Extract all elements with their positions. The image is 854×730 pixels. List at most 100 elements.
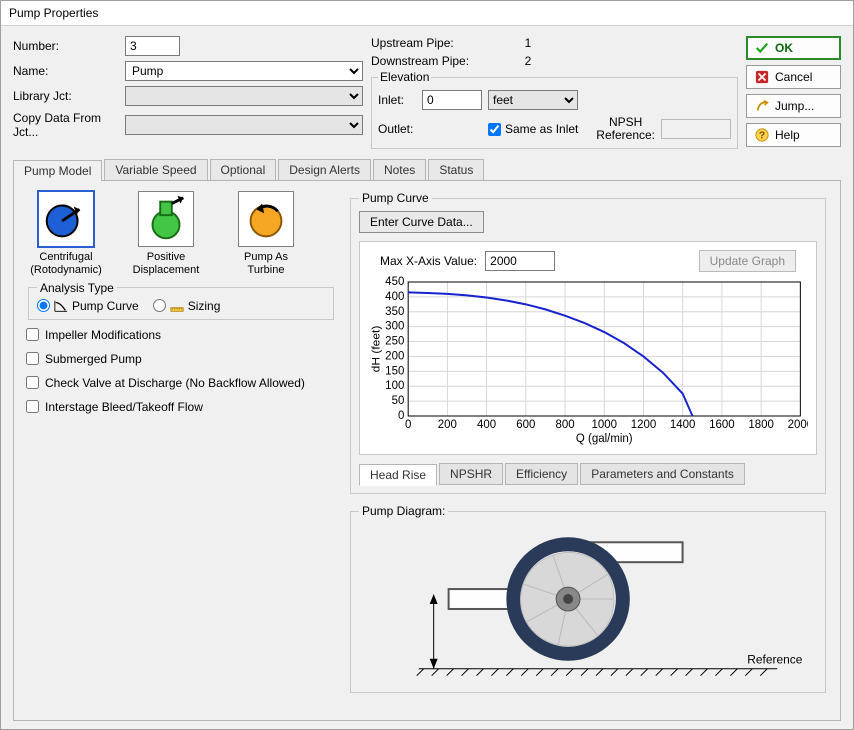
svg-text:0: 0 <box>405 418 412 431</box>
tab-body: Centrifugal(Rotodynamic) PositiveDisplace… <box>13 180 841 721</box>
ok-button[interactable]: OK <box>746 36 841 60</box>
downstream-pipe-label: Downstream Pipe: <box>371 54 479 68</box>
centrifugal-icon <box>38 191 94 247</box>
ok-button-label: OK <box>775 41 832 55</box>
check-valve-checkbox[interactable]: Check Valve at Discharge (No Backflow Al… <box>26 376 336 390</box>
pump-diagram-group: Pump Diagram: Reference <box>350 504 826 693</box>
window-title: Pump Properties <box>9 6 98 20</box>
pump-curve-radio-label: Pump Curve <box>72 299 139 313</box>
pump-type-centrifugal[interactable]: Centrifugal(Rotodynamic) <box>26 191 106 276</box>
svg-text:600: 600 <box>516 418 536 431</box>
turbine-icon <box>238 191 294 247</box>
subtab-efficiency[interactable]: Efficiency <box>505 463 578 485</box>
svg-text:1800: 1800 <box>748 418 774 431</box>
same-as-inlet-label: Same as Inlet <box>505 122 578 136</box>
elevation-legend: Elevation <box>378 70 431 84</box>
interstage-checkbox[interactable]: Interstage Bleed/Takeoff Flow <box>26 400 336 414</box>
library-jct-label: Library Jct: <box>13 89 121 103</box>
subtab-head-rise[interactable]: Head Rise <box>359 464 437 486</box>
svg-text:350: 350 <box>385 305 405 318</box>
svg-text:Q (gal/min): Q (gal/min) <box>576 432 633 445</box>
sizing-radio-input[interactable] <box>153 299 166 312</box>
options-list: Impeller Modifications Submerged Pump Ch… <box>26 328 336 414</box>
pump-type-turbine[interactable]: Pump AsTurbine <box>226 191 306 276</box>
svg-text:?: ? <box>759 130 765 142</box>
svg-text:dH (feet): dH (feet) <box>370 326 383 373</box>
submerged-pump-checkbox[interactable]: Submerged Pump <box>26 352 336 366</box>
npsh-ref-label: NPSHReference: <box>596 116 655 142</box>
svg-text:2000: 2000 <box>788 418 808 431</box>
dialog-body: Number: Name: Pump Library Jct: Copy Dat… <box>1 26 853 729</box>
right-column: Pump Curve Enter Curve Data... Max X-Axi… <box>348 191 828 693</box>
pump-curve-legend: Pump Curve <box>359 191 432 205</box>
pump-diagram-area: Reference <box>359 524 817 684</box>
tab-status[interactable]: Status <box>428 159 484 180</box>
svg-text:50: 50 <box>392 394 405 407</box>
sizing-radio[interactable]: Sizing <box>153 299 221 313</box>
x-icon <box>755 70 769 84</box>
cancel-button-label: Cancel <box>775 70 832 84</box>
max-x-input[interactable] <box>485 251 555 271</box>
pump-type-positive[interactable]: PositiveDisplacement <box>126 191 206 276</box>
titlebar: Pump Properties <box>1 1 853 26</box>
outlet-label: Outlet: <box>378 122 416 136</box>
tab-pump-model[interactable]: Pump Model <box>13 160 102 181</box>
chart-canvas: 0200400600800100012001400160018002000050… <box>368 276 808 446</box>
tab-strip: Pump ModelVariable SpeedOptionalDesign A… <box>13 159 841 181</box>
name-combo[interactable]: Pump <box>125 61 363 81</box>
same-as-inlet-input[interactable] <box>488 123 501 136</box>
subtab-strip: Head RiseNPSHREfficiencyParameters and C… <box>359 463 817 485</box>
number-input[interactable] <box>125 36 180 56</box>
copy-from-combo[interactable] <box>125 115 363 135</box>
sizing-radio-label: Sizing <box>188 299 221 313</box>
svg-text:1600: 1600 <box>709 418 735 431</box>
svg-text:200: 200 <box>438 418 458 431</box>
tab-optional[interactable]: Optional <box>210 159 277 180</box>
upstream-pipe-label: Upstream Pipe: <box>371 36 479 50</box>
left-column: Centrifugal(Rotodynamic) PositiveDisplace… <box>26 191 336 693</box>
tab-variable-speed[interactable]: Variable Speed <box>104 159 207 180</box>
window: Pump Properties Number: Name: Pump Libra… <box>0 0 854 730</box>
number-label: Number: <box>13 39 121 53</box>
pump-curve-radio[interactable]: Pump Curve <box>37 299 139 313</box>
cancel-button[interactable]: Cancel <box>746 65 841 89</box>
tab-design-alerts[interactable]: Design Alerts <box>278 159 371 180</box>
inlet-input[interactable] <box>422 90 482 110</box>
jump-button[interactable]: Jump... <box>746 94 841 118</box>
npsh-ref-input[interactable] <box>661 119 731 139</box>
inlet-label: Inlet: <box>378 93 416 107</box>
svg-text:300: 300 <box>385 320 405 333</box>
library-jct-combo[interactable] <box>125 86 363 106</box>
update-graph-button[interactable]: Update Graph <box>699 250 796 272</box>
subtab-parameters-and-constants[interactable]: Parameters and Constants <box>580 463 745 485</box>
svg-text:400: 400 <box>477 418 497 431</box>
reference-label: Reference <box>747 653 802 667</box>
enter-curve-button[interactable]: Enter Curve Data... <box>359 211 484 233</box>
svg-text:0: 0 <box>398 409 405 422</box>
check-icon <box>755 41 769 55</box>
max-x-label: Max X-Axis Value: <box>380 254 477 268</box>
copy-from-label: Copy Data From Jct... <box>13 111 121 139</box>
svg-text:800: 800 <box>555 418 575 431</box>
help-button[interactable]: ? Help <box>746 123 841 147</box>
right-button-col: OK Cancel Jump... ? Help <box>746 36 841 147</box>
jump-icon <box>755 99 769 113</box>
svg-text:150: 150 <box>385 364 405 377</box>
pump-type-label: Centrifugal(Rotodynamic) <box>26 251 106 276</box>
analysis-type-group: Analysis Type Pump Curve Sizing <box>28 281 334 320</box>
top-left-form: Number: Name: Pump Library Jct: Copy Dat… <box>13 36 363 139</box>
svg-text:1200: 1200 <box>631 418 657 431</box>
top-row: Number: Name: Pump Library Jct: Copy Dat… <box>13 36 841 149</box>
analysis-type-legend: Analysis Type <box>37 281 117 295</box>
same-as-inlet-checkbox[interactable]: Same as Inlet <box>488 122 578 136</box>
tab-notes[interactable]: Notes <box>373 159 426 180</box>
pump-curve-radio-input[interactable] <box>37 299 50 312</box>
name-label: Name: <box>13 64 121 78</box>
pump-type-label: PositiveDisplacement <box>126 251 206 276</box>
impeller-mod-checkbox[interactable]: Impeller Modifications <box>26 328 336 342</box>
svg-text:450: 450 <box>385 276 405 288</box>
subtab-npshr[interactable]: NPSHR <box>439 463 503 485</box>
elev-unit-combo[interactable]: feet <box>488 90 578 110</box>
svg-text:1000: 1000 <box>591 418 617 431</box>
help-button-label: Help <box>775 128 832 142</box>
